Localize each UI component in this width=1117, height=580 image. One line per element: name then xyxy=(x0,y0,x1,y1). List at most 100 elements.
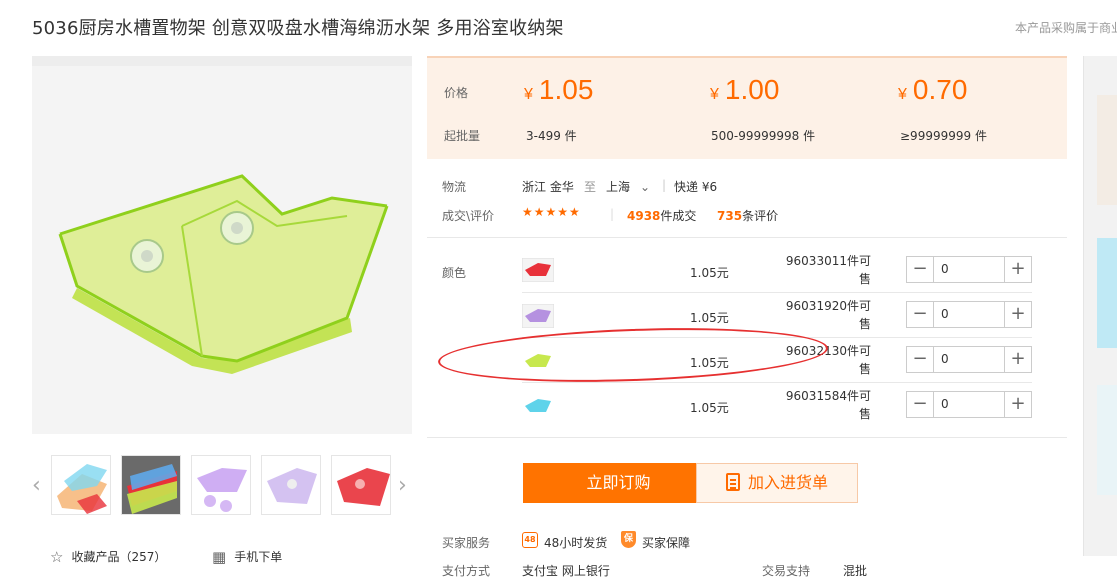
add-to-cart-label: 加入进货单 xyxy=(747,473,828,492)
price-tier-2-value: 1.00 xyxy=(724,74,780,105)
thumbnail-red-icon xyxy=(337,468,390,506)
thumbnail-2[interactable] xyxy=(121,455,181,515)
image-top-strip xyxy=(32,56,412,66)
sku-4-quantity-stepper: − 0 + xyxy=(906,391,1032,418)
thumbnail-5[interactable] xyxy=(331,455,391,515)
sku-4-price: 1.05元 xyxy=(690,401,729,415)
sku-4-quantity-input[interactable]: 0 xyxy=(934,392,1004,417)
sku-3-quantity-stepper: − 0 + xyxy=(906,346,1032,373)
main-product-image[interactable] xyxy=(32,56,412,434)
color-label: 颜色 xyxy=(442,266,467,280)
thumbnail-purple-rack-icon xyxy=(267,468,317,504)
thumbnail-3[interactable] xyxy=(191,455,251,515)
chevron-right-icon[interactable]: › xyxy=(398,473,407,498)
trade-support-value: 混批 xyxy=(843,564,868,578)
minus-icon[interactable]: − xyxy=(907,257,934,282)
star-outline-icon: ☆ xyxy=(50,548,64,566)
ship-48h-text: 48小时发货 xyxy=(544,536,608,550)
tier-3-quantity: ≥99999999 件 xyxy=(900,129,987,143)
review-suffix: 条评价 xyxy=(742,209,779,223)
section-divider xyxy=(427,437,1067,438)
shield-icon: 保 xyxy=(621,531,636,548)
chevron-down-icon: ⌄ xyxy=(640,180,651,194)
logistics-label: 物流 xyxy=(442,180,467,194)
trade-support-label: 交易支持 xyxy=(762,564,811,578)
sku-1-quantity-input[interactable]: 0 xyxy=(934,257,1004,282)
section-divider xyxy=(427,237,1067,238)
sku-1-quantity-stepper: − 0 + xyxy=(906,256,1032,283)
product-title: 5036厨房水槽置物架 创意双吸盘水槽海绵沥水架 多用浴室收纳架 xyxy=(32,18,564,39)
sku-2-price: 1.05元 xyxy=(690,311,729,325)
deals-suffix: 件成交 xyxy=(660,209,697,223)
deals-count: 4938 xyxy=(627,209,661,223)
sku-1-stock: 96033011件可售 xyxy=(785,254,871,286)
tier-2-quantity: 500-99999998 件 xyxy=(711,129,816,143)
tier-1-quantity: 3-499 件 xyxy=(526,129,577,143)
sku-1-price: 1.05元 xyxy=(690,266,729,280)
price-label: 价格 xyxy=(444,86,469,100)
divider-bar: | xyxy=(662,178,667,192)
favorite-button[interactable]: ☆ 收藏产品（257） xyxy=(50,548,166,566)
payment-methods: 支付宝 网上银行 xyxy=(522,564,610,578)
48h-shipping-icon: 48 xyxy=(522,532,538,548)
reviews-label: 成交\评价 xyxy=(442,209,495,223)
minus-icon[interactable]: − xyxy=(907,302,934,327)
clipboard-icon xyxy=(725,473,740,491)
price-tier-2: ¥1.00 xyxy=(710,74,779,106)
thumbnail-purple-icon xyxy=(197,468,247,512)
destination-value: 上海 xyxy=(606,180,631,194)
destination-select[interactable]: 上海 ⌄ xyxy=(606,178,650,195)
thumbnail-1[interactable] xyxy=(51,455,111,515)
mobile-order-button[interactable]: ▦ 手机下单 xyxy=(212,548,282,566)
row-divider xyxy=(522,292,1032,293)
plus-icon[interactable]: + xyxy=(1004,257,1031,282)
logistics-to-word: 至 xyxy=(584,180,597,194)
moq-label: 起批量 xyxy=(444,129,481,143)
rack-image xyxy=(58,174,389,374)
divider-bar: | xyxy=(610,207,615,221)
thumbnail-strip: ‹ › xyxy=(32,455,412,515)
minus-icon[interactable]: − xyxy=(907,347,934,372)
shipping-fee: 快递 ¥6 xyxy=(674,180,718,194)
deals-count-link[interactable]: 4938件成交 xyxy=(627,207,696,224)
plus-icon[interactable]: + xyxy=(1004,392,1031,417)
chevron-left-icon[interactable]: ‹ xyxy=(32,473,41,498)
currency-symbol: ¥ xyxy=(710,86,719,103)
sku-2-stock: 96031920件可售 xyxy=(785,299,871,331)
plus-icon[interactable]: + xyxy=(1004,347,1031,372)
sku-4-stock: 96031584件可售 xyxy=(785,389,871,421)
sku-4-color-swatch[interactable] xyxy=(522,394,554,418)
rating-stars-icon: ★★★★★ xyxy=(522,205,581,219)
minus-icon[interactable]: − xyxy=(907,392,934,417)
qr-code-icon: ▦ xyxy=(212,548,227,566)
price-tier-1-value: 1.05 xyxy=(538,74,594,105)
thumbnail-mixed-icon xyxy=(57,464,107,514)
currency-symbol: ¥ xyxy=(524,86,533,103)
price-tier-1: ¥1.05 xyxy=(524,74,593,106)
price-tier-3: ¥0.70 xyxy=(898,74,967,106)
thumbnail-stack-icon xyxy=(122,456,180,514)
recommendation-item-1[interactable] xyxy=(1097,95,1117,205)
sku-3-quantity-input[interactable]: 0 xyxy=(934,347,1004,372)
sku-1-color-swatch[interactable] xyxy=(522,258,554,282)
mobile-order-label: 手机下单 xyxy=(234,550,283,564)
recommendation-item-2[interactable] xyxy=(1097,238,1117,348)
annotation-ellipse xyxy=(437,322,829,388)
procurement-note: 本产品采购属于商业 xyxy=(1015,21,1117,35)
logistics-from: 浙江 金华 xyxy=(522,180,574,194)
sku-2-color-swatch[interactable] xyxy=(522,304,554,328)
recommendation-item-3[interactable] xyxy=(1097,385,1117,495)
review-count-link[interactable]: 735条评价 xyxy=(717,207,778,224)
sku-2-quantity-stepper: − 0 + xyxy=(906,301,1032,328)
review-count: 735 xyxy=(717,209,743,223)
thumbnail-4[interactable] xyxy=(261,455,321,515)
currency-symbol: ¥ xyxy=(898,86,907,103)
add-to-cart-button[interactable]: 加入进货单 xyxy=(696,463,858,503)
plus-icon[interactable]: + xyxy=(1004,302,1031,327)
buyer-service-label: 买家服务 xyxy=(442,536,491,550)
favorite-label: 收藏产品（257） xyxy=(71,550,167,564)
buy-now-button[interactable]: 立即订购 xyxy=(523,463,714,503)
buyer-protection-text: 买家保障 xyxy=(642,536,691,550)
price-panel-top-line xyxy=(427,56,1067,58)
sku-2-quantity-input[interactable]: 0 xyxy=(934,302,1004,327)
